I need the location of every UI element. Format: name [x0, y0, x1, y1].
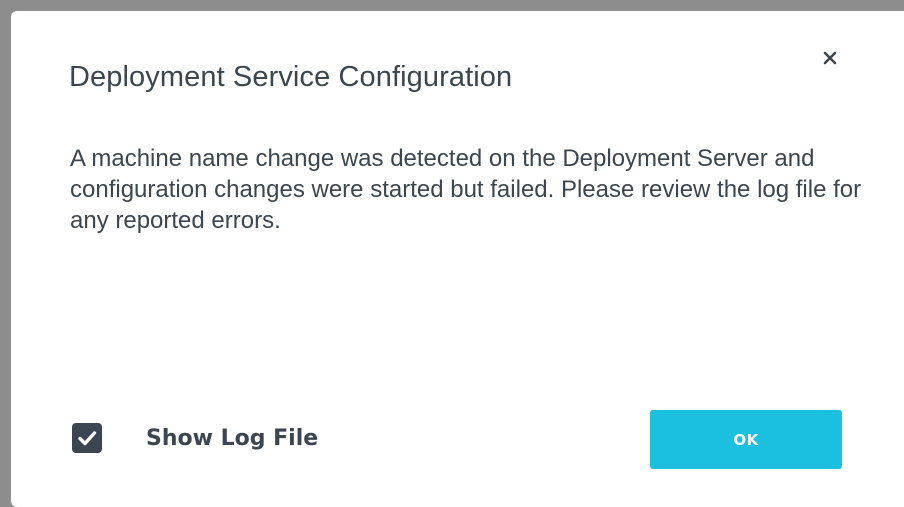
dialog-title: Deployment Service Configuration [69, 61, 513, 93]
show-log-file-checkbox-row[interactable]: Show Log File [72, 423, 318, 453]
dialog-message: A machine name change was detected on th… [70, 145, 862, 234]
close-icon [823, 51, 837, 65]
close-button[interactable] [817, 45, 843, 71]
checkmark-icon [78, 431, 97, 446]
ok-button[interactable]: OK [650, 410, 842, 469]
show-log-file-checkbox[interactable] [72, 423, 102, 453]
deployment-service-dialog: Deployment Service Configuration A machi… [11, 11, 904, 507]
show-log-file-label: Show Log File [146, 425, 319, 451]
